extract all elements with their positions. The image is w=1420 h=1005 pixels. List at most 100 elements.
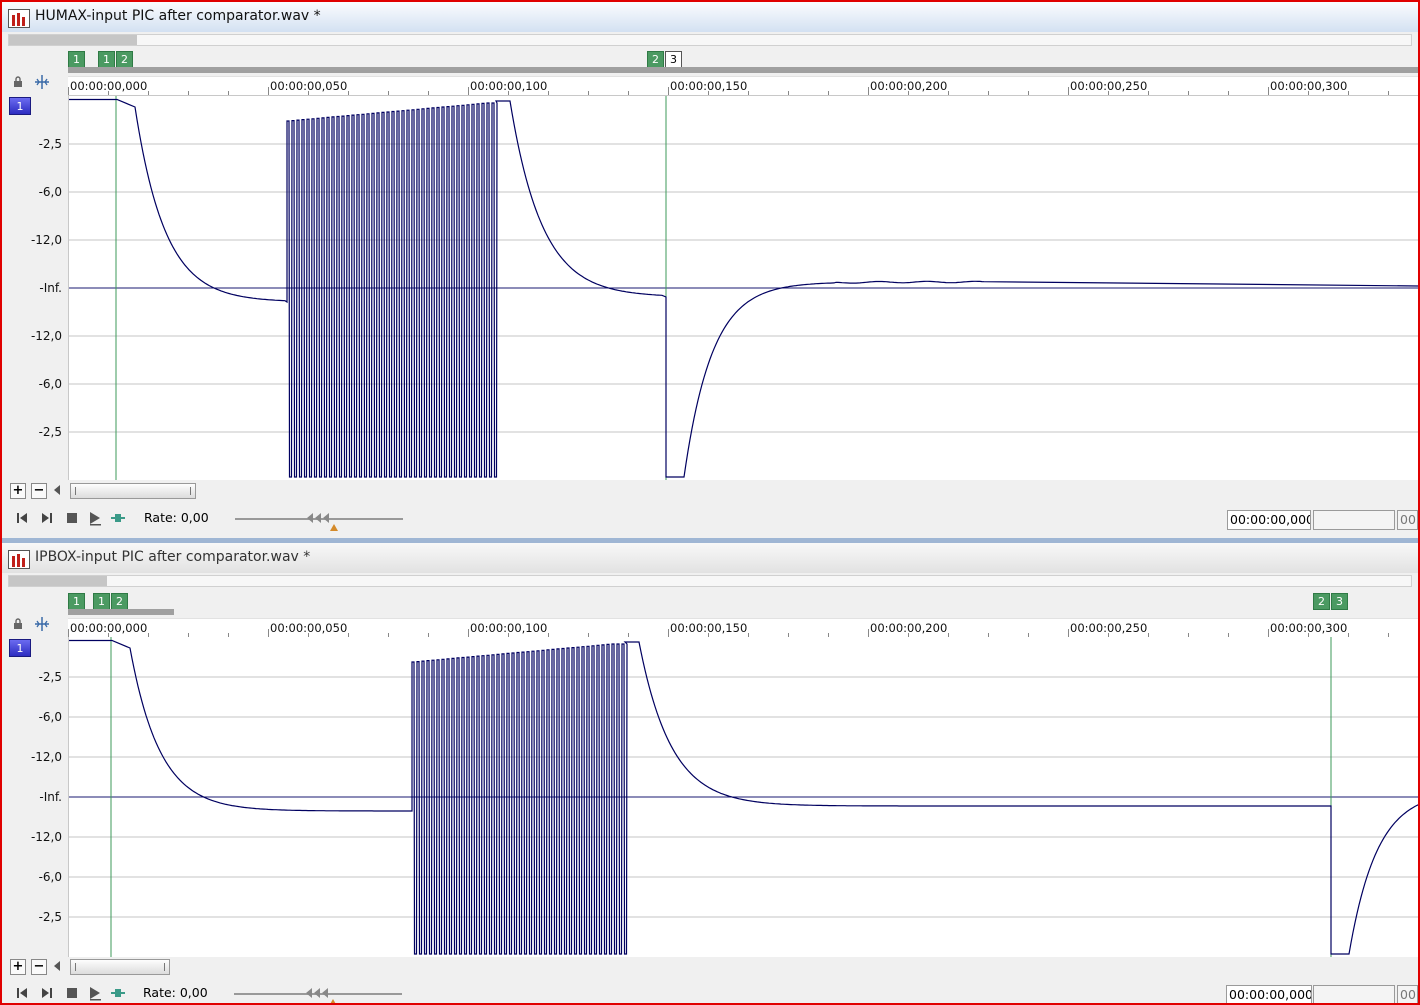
go-end-icon[interactable] <box>39 510 55 526</box>
ruler-label: 00:00:00,100 <box>470 621 548 635</box>
level-label: -Inf. <box>39 281 62 295</box>
level-label: -6,0 <box>38 185 62 199</box>
horizontal-scrollbar[interactable] <box>70 959 170 975</box>
marker-1[interactable]: 1 <box>68 51 85 68</box>
marker-2[interactable]: 2 <box>111 593 128 610</box>
waveform-view[interactable] <box>68 637 1418 957</box>
ruler-tick <box>1148 91 1149 95</box>
ruler-tick <box>68 87 69 95</box>
ruler-tick <box>668 629 669 637</box>
ruler-label: 00:00:00,100 <box>470 79 548 93</box>
zoom-out-icon[interactable]: − <box>31 483 47 499</box>
level-label: -Inf. <box>39 790 62 804</box>
ruler-tick <box>268 87 269 95</box>
slider-center-indicator <box>329 999 337 1003</box>
waveform-view[interactable] <box>68 96 1418 480</box>
horizontal-scrollbar[interactable] <box>70 483 196 499</box>
time-end-field[interactable]: 00: <box>1397 510 1418 530</box>
lock-icon[interactable] <box>12 618 24 630</box>
level-label: -12,0 <box>30 750 62 764</box>
stop-icon[interactable] <box>64 985 80 1001</box>
rate-label: Rate: 0,00 <box>144 510 209 525</box>
play-icon[interactable] <box>87 985 103 1001</box>
scroll-left-icon[interactable] <box>54 961 60 971</box>
scroll-left-icon[interactable] <box>54 485 60 495</box>
marker-1b[interactable]: 1 <box>93 593 110 610</box>
ruler-tick <box>348 91 349 95</box>
loop-icon[interactable] <box>110 510 126 526</box>
level-label: -12,0 <box>30 233 62 247</box>
go-start-icon[interactable] <box>14 510 30 526</box>
ruler-tick <box>628 91 629 95</box>
zoom-out-icon[interactable]: − <box>31 959 47 975</box>
marker-2[interactable]: 2 <box>116 51 133 68</box>
ruler-tick <box>868 629 869 637</box>
ruler-tick <box>1028 91 1029 95</box>
ruler-tick <box>868 87 869 95</box>
selection-bar[interactable] <box>68 67 1418 73</box>
title-bar[interactable]: IPBOX-input PIC after comparator.wav * <box>2 543 1418 573</box>
ruler-tick <box>828 91 829 95</box>
slider-knob-icon[interactable] <box>306 512 332 524</box>
slider-center-indicator <box>330 524 338 531</box>
marker-1[interactable]: 1 <box>68 593 85 610</box>
time-ruler[interactable]: 00:00:00,000 00:00:00,050 00:00:00,100 00:0… <box>68 76 1418 96</box>
marker-2b[interactable]: 2 <box>1313 593 1330 610</box>
ruler-tick <box>468 87 469 95</box>
time-length-field[interactable] <box>1313 985 1395 1003</box>
ruler-tick <box>68 629 69 637</box>
time-position-field[interactable]: 00:00:00,000 <box>1227 510 1311 530</box>
zoom-in-icon[interactable]: + <box>10 959 26 975</box>
zoom-scroll-row: + − <box>2 481 1418 503</box>
overview-thumb[interactable] <box>9 576 107 586</box>
overview-thumb[interactable] <box>9 35 137 45</box>
zoom-in-icon[interactable]: + <box>10 483 26 499</box>
marker-3[interactable]: 3 <box>1331 593 1348 610</box>
title-bar[interactable]: HUMAX-input PIC after comparator.wav * <box>2 2 1418 32</box>
marker-1b[interactable]: 1 <box>98 51 115 68</box>
ruler-tick <box>1348 91 1349 95</box>
time-position-field[interactable]: 00:00:00,000 <box>1226 985 1312 1003</box>
snap-icon[interactable] <box>34 74 50 90</box>
level-scale: -2,5 -6,0 -12,0 -Inf. -12,0 -6,0 -2,5 <box>2 637 66 957</box>
stop-icon[interactable] <box>64 510 80 526</box>
waveform-svg <box>69 96 1418 480</box>
ruler-tick <box>548 91 549 95</box>
waveform-window-humax[interactable]: HUMAX-input PIC after comparator.wav * 1… <box>2 2 1418 538</box>
ruler-label: 00:00:00,150 <box>670 79 748 93</box>
ruler-label: 00:00:00,050 <box>270 79 348 93</box>
overview-bar[interactable] <box>8 34 1412 46</box>
transport-bar: Rate: 0,00 00:00:00,000 00: <box>2 502 1418 534</box>
app-icon <box>8 9 30 28</box>
time-end-field[interactable]: 00: <box>1397 985 1418 1003</box>
marker-2b[interactable]: 2 <box>647 51 664 68</box>
ruler-tick <box>268 629 269 637</box>
ruler-tick <box>748 91 749 95</box>
ruler-tick <box>468 629 469 637</box>
level-label: -2,5 <box>38 137 62 151</box>
marker-3[interactable]: 3 <box>665 51 682 68</box>
snap-icon[interactable] <box>34 616 50 632</box>
level-label: -2,5 <box>38 910 62 924</box>
go-end-icon[interactable] <box>39 985 55 1001</box>
ruler-label: 00:00:00,250 <box>1070 79 1148 93</box>
waveform-window-ipbox[interactable]: IPBOX-input PIC after comparator.wav * 1… <box>2 543 1418 1003</box>
loop-icon[interactable] <box>110 985 126 1001</box>
ruler-tick <box>1228 91 1229 95</box>
ruler-label: 00:00:00,050 <box>270 621 348 635</box>
selection-bar[interactable] <box>68 609 174 615</box>
window-title: IPBOX-input PIC after comparator.wav * <box>35 549 311 565</box>
ruler-tick <box>988 91 989 95</box>
ruler-label: 00:00:00,200 <box>870 79 948 93</box>
time-ruler[interactable]: 00:00:00,000 00:00:00,050 00:00:00,100 00:0… <box>68 618 1418 638</box>
play-icon[interactable] <box>87 510 103 526</box>
channel-1-button[interactable]: 1 <box>9 639 31 657</box>
time-length-field[interactable] <box>1313 510 1395 530</box>
channel-1-button[interactable]: 1 <box>9 97 31 115</box>
lock-icon[interactable] <box>12 76 24 88</box>
go-start-icon[interactable] <box>14 985 30 1001</box>
overview-bar[interactable] <box>8 575 1412 587</box>
rate-label: Rate: 0,00 <box>143 985 208 1000</box>
level-label: -2,5 <box>38 670 62 684</box>
slider-knob-icon[interactable] <box>305 987 331 999</box>
